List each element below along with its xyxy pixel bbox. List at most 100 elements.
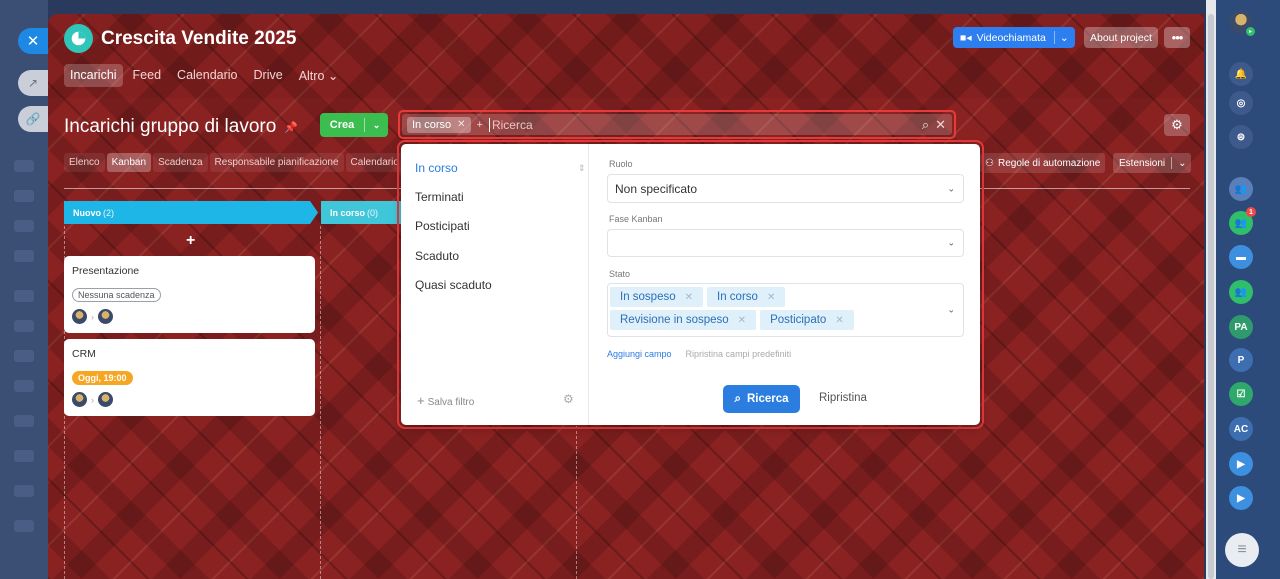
restore-default-fields-link[interactable]: Ripristina campi predefiniti	[686, 349, 792, 359]
chat-button[interactable]: ▬	[1229, 245, 1253, 269]
reset-button[interactable]: Ripristina	[819, 392, 867, 404]
scrollbar[interactable]	[1206, 0, 1216, 579]
close-slider-button[interactable]: ✕	[18, 28, 48, 54]
nav-tab-calendar[interactable]: Calendario	[171, 64, 243, 87]
chip-label: Revisione in sospeso	[620, 314, 729, 326]
view-tab-list[interactable]: Elenco	[64, 153, 105, 172]
preset-in-progress[interactable]: In corso	[415, 161, 458, 175]
search-button-label: Ricerca	[746, 393, 789, 405]
task-title[interactable]: CRM	[72, 348, 307, 360]
chevron-right-icon: ›	[91, 394, 94, 405]
remove-icon[interactable]: ✕	[685, 292, 693, 303]
create-button[interactable]: Crea ⌄	[320, 113, 388, 137]
robot-icon: ⚇	[985, 157, 994, 169]
nav-tab-tasks[interactable]: Incarichi	[64, 64, 123, 87]
search-icon[interactable]: ⌕	[922, 117, 929, 133]
contact-avatar-ac[interactable]: AC	[1229, 417, 1253, 441]
open-in-new-window-button[interactable]: ↗	[18, 70, 48, 96]
role-select[interactable]: Non specificato ⌄	[607, 174, 964, 203]
target-icon: ◎	[1236, 97, 1246, 109]
rail-item	[14, 220, 34, 232]
video-chat-button[interactable]: ▶	[1229, 452, 1253, 476]
camera-icon: ▶	[1237, 492, 1245, 504]
video-chat-button[interactable]: ▶	[1229, 486, 1253, 510]
view-tab-kanban[interactable]: Kanban	[106, 153, 152, 172]
group-chat-button[interactable]: 👥 1	[1229, 207, 1256, 235]
contact-avatar-p[interactable]: P	[1229, 348, 1253, 372]
scrollbar-thumb[interactable]	[1208, 14, 1214, 579]
copy-link-button[interactable]: 🔗	[18, 106, 48, 132]
deadline-badge[interactable]: Oggi, 19:00	[72, 371, 133, 385]
contact-avatar-pa[interactable]: PA	[1229, 315, 1253, 339]
preset-postponed[interactable]: Posticipati	[415, 219, 470, 233]
automation-label: Regole di automazione	[997, 157, 1101, 169]
preset-completed[interactable]: Terminati	[415, 190, 464, 204]
status-chip[interactable]: Revisione in sospeso ✕	[610, 310, 757, 330]
gear-icon[interactable]: ⚙	[563, 392, 574, 406]
chevron-down-icon[interactable]: ⌄	[365, 120, 388, 131]
more-button[interactable]: •••	[1164, 27, 1190, 48]
video-call-button[interactable]: ■◂ Videochiamata ⌄	[953, 27, 1075, 48]
rail-item	[14, 160, 34, 172]
task-card[interactable]: Presentazione Nessuna scadenza ›	[64, 256, 315, 333]
nav-tab-more[interactable]: Altro ⌄	[293, 64, 345, 87]
group-chat-button[interactable]: 👥	[1229, 177, 1253, 201]
remove-icon[interactable]: ✕	[767, 292, 775, 303]
add-task-button[interactable]: +	[186, 232, 195, 250]
column-title: Nuovo	[73, 207, 101, 218]
task-title[interactable]: Presentazione	[72, 265, 307, 277]
remove-icon[interactable]: ✕	[457, 119, 465, 130]
extensions-button[interactable]: Estensioni ⌄	[1113, 153, 1191, 173]
plus-icon: +	[417, 393, 425, 408]
menu-button[interactable]: ≡	[1225, 533, 1259, 567]
field-label-role: Ruolo	[609, 159, 633, 169]
user-avatar[interactable]: ▸	[1229, 10, 1256, 37]
add-field-link[interactable]: Aggiungi campo	[607, 349, 672, 359]
gear-icon: ⚙	[1171, 117, 1183, 132]
status-chip[interactable]: In sospeso ✕	[610, 287, 704, 307]
search-button[interactable]: ⌕ Ricerca	[723, 385, 800, 413]
status-chip[interactable]: Posticipato ✕	[760, 310, 854, 330]
page-title: Incarichi gruppo di lavoro 📌	[64, 116, 298, 138]
pin-icon[interactable]: 📌	[284, 121, 298, 134]
kanban-column-new[interactable]: Nuovo (2)	[64, 201, 318, 224]
preset-overdue[interactable]: Scaduto	[415, 249, 459, 263]
search-input[interactable]	[488, 117, 916, 132]
kanban-stage-select[interactable]: ⌄	[607, 229, 964, 257]
extensions-label: Estensioni	[1119, 157, 1166, 169]
checkbox-icon: ☑	[1236, 388, 1246, 400]
avatar[interactable]	[72, 309, 87, 324]
automation-rules-button[interactable]: ⚇ Regole di automazione	[980, 153, 1106, 173]
status-select[interactable]: In sospeso ✕ In corso ✕ Revisione in sospe…	[607, 283, 964, 337]
field-label-status: Stato	[609, 269, 631, 279]
view-tab-planner[interactable]: Responsabile pianificazione	[209, 153, 344, 172]
remove-icon[interactable]: ✕	[835, 315, 843, 326]
avatar[interactable]	[98, 392, 113, 407]
avatar[interactable]	[98, 309, 113, 324]
filter-search-bar[interactable]: In corso ✕ + ⌕ ✕	[402, 114, 952, 135]
notifications-button[interactable]: 🔔	[1229, 62, 1253, 86]
about-project-button[interactable]: About project	[1084, 27, 1158, 48]
deadline-badge[interactable]: Nessuna scadenza	[72, 288, 161, 302]
preset-almost-overdue[interactable]: Quasi scaduto	[415, 278, 492, 292]
search-chats-button[interactable]: ⊜	[1229, 125, 1253, 149]
task-card[interactable]: CRM Oggi, 19:00 ›	[64, 339, 315, 416]
active-filter-chip[interactable]: In corso ✕	[407, 116, 471, 133]
save-filter-button[interactable]: + Salva filtro	[417, 393, 474, 408]
pin-icon[interactable]: ⇕	[578, 163, 586, 174]
view-tab-calendar[interactable]: Calendario	[345, 153, 404, 172]
nav-tab-feed[interactable]: Feed	[127, 64, 168, 87]
activity-button[interactable]: ◎	[1229, 91, 1253, 115]
view-tab-deadline[interactable]: Scadenza	[153, 153, 208, 172]
tasks-chat-button[interactable]: ☑	[1229, 382, 1253, 406]
settings-button[interactable]: ⚙	[1164, 114, 1190, 136]
kanban-column-in-progress[interactable]: In corso (0)	[321, 201, 401, 224]
video-call-label: Videochiamata	[976, 31, 1046, 44]
remove-icon[interactable]: ✕	[738, 315, 746, 326]
clear-icon[interactable]: ✕	[935, 117, 946, 133]
add-filter-icon[interactable]: +	[477, 119, 483, 131]
avatar[interactable]	[72, 392, 87, 407]
nav-tab-drive[interactable]: Drive	[248, 64, 289, 87]
status-chip[interactable]: In corso ✕	[707, 287, 786, 307]
group-chat-button[interactable]: 👥	[1229, 280, 1253, 304]
